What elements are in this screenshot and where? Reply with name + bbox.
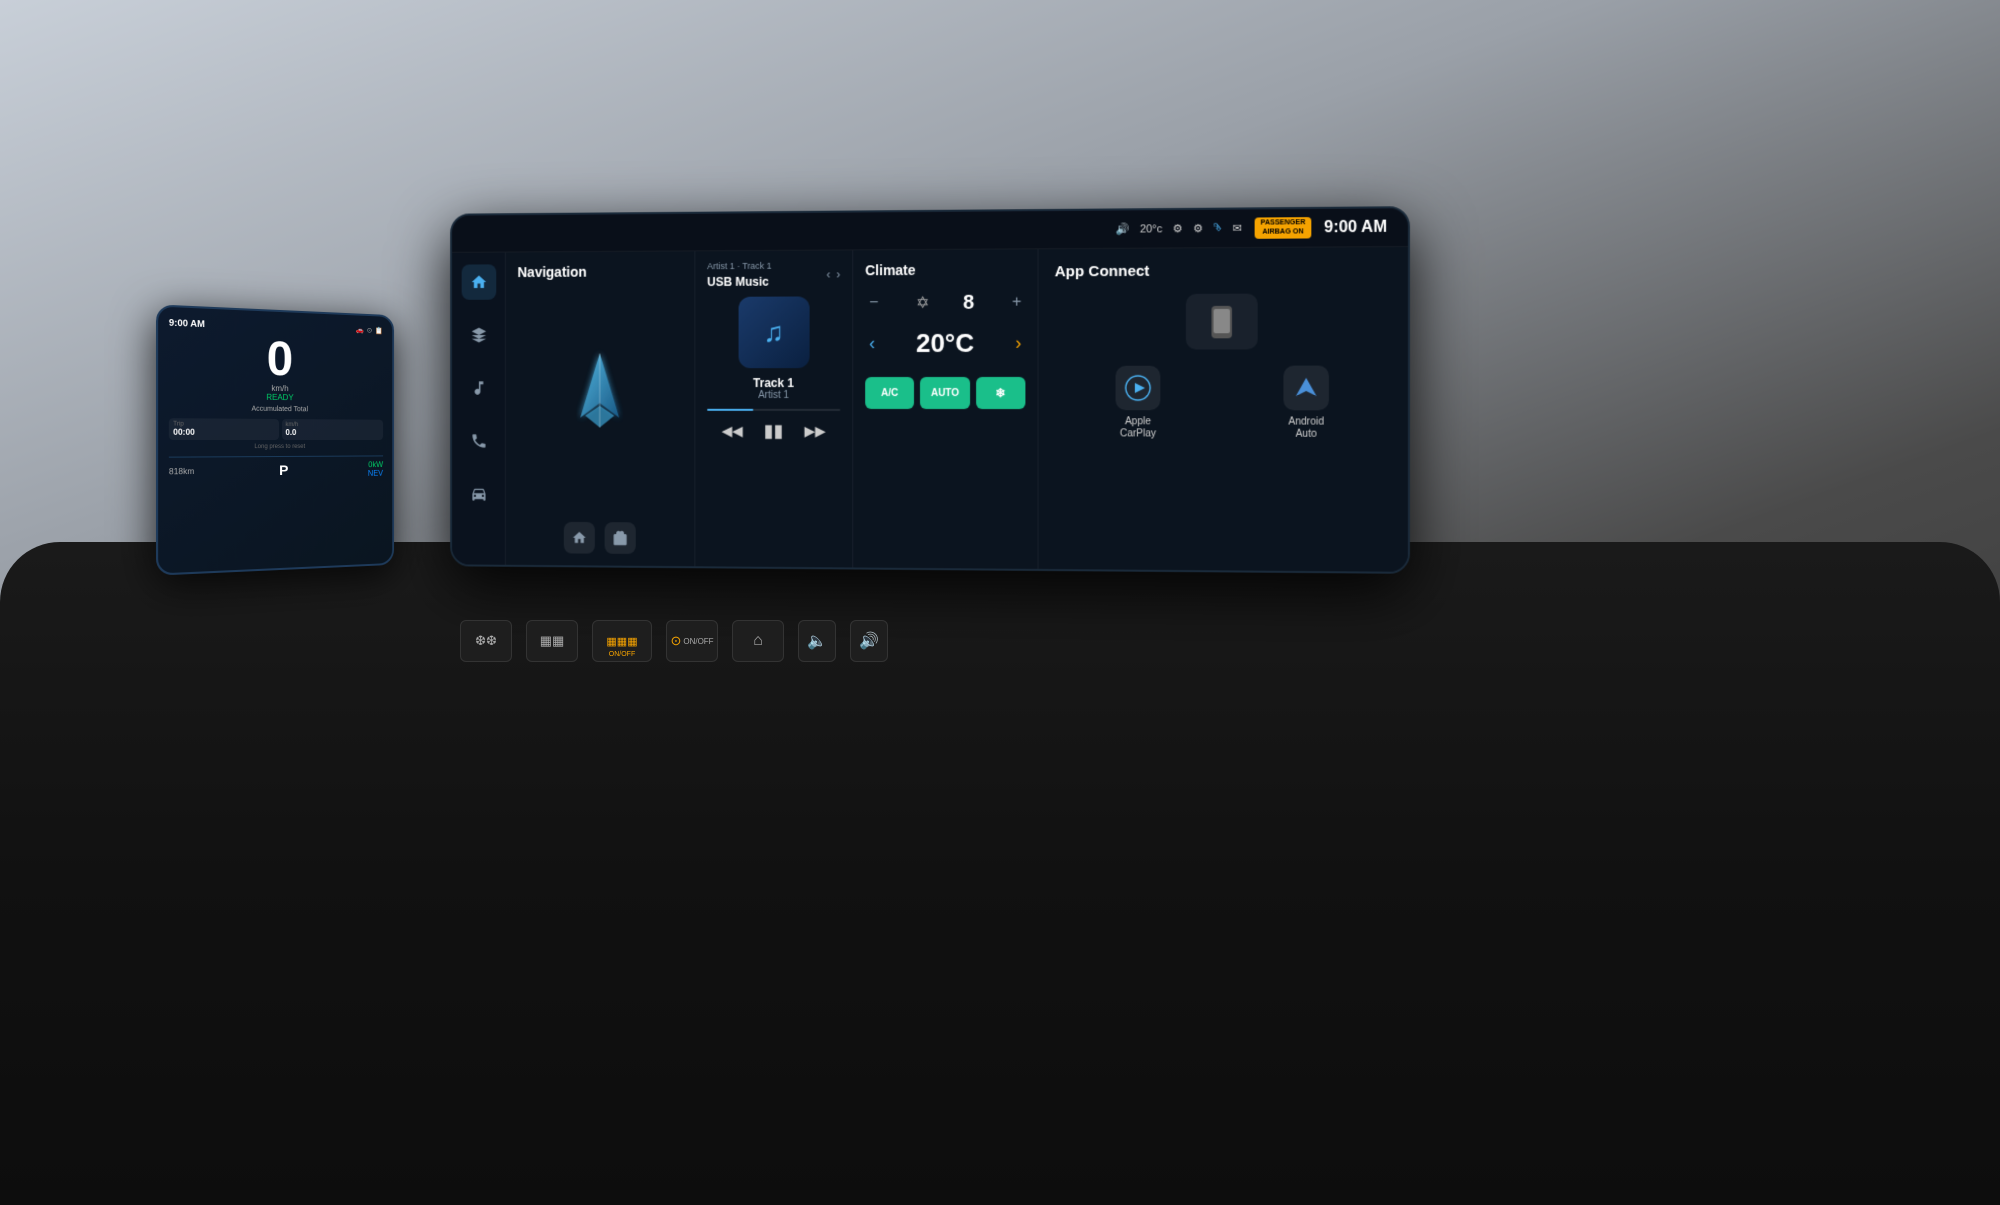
climate-temp-row: ‹ 20°C › xyxy=(865,328,1025,359)
cluster-status-icons: 🚗⊙📋 xyxy=(356,326,383,335)
phone-screen xyxy=(1214,308,1230,332)
phone-shape xyxy=(1211,305,1232,337)
music-play-button[interactable]: ▮▮ xyxy=(764,421,784,442)
volume-up-button[interactable]: 🔊 xyxy=(850,620,888,662)
climate-panel[interactable]: Climate − ✡ 8 + ‹ 20°C › A/C AUTO ❄ xyxy=(853,249,1038,569)
android-auto-icon xyxy=(1283,366,1328,411)
cluster-gear: P xyxy=(279,462,288,478)
music-source-label: USB Music xyxy=(707,275,771,289)
fan-icon: ✡ xyxy=(916,293,929,313)
defrost-icon: ❄ xyxy=(995,386,1005,400)
sidebar-home[interactable] xyxy=(461,264,496,299)
android-auto-item[interactable]: AndroidAuto xyxy=(1283,366,1328,441)
navigation-map-visual xyxy=(561,291,639,514)
music-artist-name: Artist 1 xyxy=(707,390,840,401)
sidebar xyxy=(452,253,506,565)
climate-mode-buttons: A/C AUTO ❄ xyxy=(865,377,1025,409)
app-connect-panel[interactable]: App Connect xyxy=(1039,247,1408,572)
sidebar-phone[interactable] xyxy=(461,423,496,458)
mail-icon: ✉ xyxy=(1233,222,1242,235)
fan-decrease-button[interactable]: − xyxy=(865,290,882,316)
music-progress-bar[interactable] xyxy=(707,409,840,411)
climate-temperature: 20°C xyxy=(916,328,974,359)
navigation-arrow-icon xyxy=(561,349,639,458)
music-nav-arrows: ‹ › xyxy=(826,267,840,281)
auto-button[interactable]: AUTO xyxy=(920,377,969,409)
defrost-button[interactable]: ❄ xyxy=(976,377,1026,409)
airbag-warning: PASSENGERAIRBAG ON xyxy=(1254,217,1311,239)
climate-title: Climate xyxy=(865,261,1025,278)
cluster-range: 818km xyxy=(169,466,194,476)
trip1-value: 00:00 xyxy=(173,428,274,437)
android-auto-label: AndroidAuto xyxy=(1288,416,1324,440)
volume-down-button[interactable]: 🔈 xyxy=(798,620,836,662)
sidebar-music[interactable] xyxy=(461,370,496,405)
apple-carplay-item[interactable]: AppleCarPlay xyxy=(1116,366,1161,441)
app-icons-row: AppleCarPlay AndroidAuto xyxy=(1055,366,1392,442)
instrument-cluster: 9:00 AM 🚗⊙📋 0 km/h READY Accumulated Tot… xyxy=(156,304,394,575)
cluster-speed: 0 xyxy=(267,336,293,385)
app-phone-visual xyxy=(1055,293,1392,350)
usb2-icon: ⚙ xyxy=(1193,222,1203,235)
music-album-art: ♫ xyxy=(738,296,809,368)
nav-home-icon[interactable] xyxy=(564,522,595,554)
cluster-power: 0kW xyxy=(368,460,383,469)
android-auto-svg xyxy=(1292,374,1321,402)
usb-icon: ⚙ xyxy=(1173,222,1183,235)
fan-control-button[interactable]: ❆❆ xyxy=(460,620,512,662)
music-prev-icon[interactable]: ‹ xyxy=(826,267,830,281)
apple-carplay-icon xyxy=(1116,366,1161,410)
music-controls: ◀◀ ▮▮ ▶▶ xyxy=(707,421,840,442)
music-source-line: Artist 1 · Track 1 xyxy=(707,261,771,271)
cluster-ev-label: NEV xyxy=(368,469,383,478)
status-time: 9:00 AM xyxy=(1324,218,1387,237)
app-connect-title: App Connect xyxy=(1055,261,1392,280)
accumulated-total-label: Accumulated Total xyxy=(169,405,383,414)
climate-fan-row: − ✡ 8 + xyxy=(865,290,1025,317)
infotainment-screen: 🔊 20°c ⚙ ⚙ ⮷ ✉ PASSENGERAIRBAG ON 9:00 A… xyxy=(450,206,1410,574)
ac-button[interactable]: A/C xyxy=(865,377,914,409)
music-track-info: Track 1 Artist 1 xyxy=(707,376,840,401)
navigation-title: Navigation xyxy=(517,264,586,280)
music-next-button[interactable]: ▶▶ xyxy=(804,423,825,440)
sidebar-navigation[interactable] xyxy=(461,317,496,352)
music-panel[interactable]: Artist 1 · Track 1 USB Music ‹ › ♫ Track… xyxy=(695,250,853,567)
music-progress-fill xyxy=(707,409,753,411)
status-icons: 🔊 20°c ⚙ ⚙ ⮷ ✉ xyxy=(1116,222,1242,236)
heated-button-2[interactable]: ⊙ ON/OFF xyxy=(666,620,718,662)
music-prev-button[interactable]: ◀◀ xyxy=(722,423,743,440)
dashboard xyxy=(0,542,2000,1205)
long-press-hint: Long press to reset xyxy=(169,444,383,451)
music-next-icon[interactable]: › xyxy=(836,267,840,281)
music-track-name: Track 1 xyxy=(707,376,840,390)
cluster-time: 9:00 AM xyxy=(169,317,205,329)
main-content: Navigation xyxy=(452,247,1408,572)
sidebar-car[interactable] xyxy=(461,476,496,511)
home-hw-button[interactable]: ⌂ xyxy=(732,620,784,662)
physical-controls-bar: ❆❆ ▦▦ ▦▦▦ ON/OFF ⊙ ON/OFF ⌂ 🔈 🔊 xyxy=(460,620,888,662)
defrost-rear-button[interactable]: ▦▦ xyxy=(526,620,578,662)
music-header: Artist 1 · Track 1 USB Music ‹ › xyxy=(707,260,840,288)
cluster-ready-status: READY xyxy=(266,393,293,402)
phone-icon-container xyxy=(1186,294,1258,350)
trip2-value: 0.0 xyxy=(285,428,379,437)
heated-seat-button[interactable]: ▦▦▦ ON/OFF xyxy=(592,620,652,662)
cluster-speed-unit: km/h xyxy=(271,384,288,393)
fan-increase-button[interactable]: + xyxy=(1008,290,1025,316)
temperature-display: 20°c xyxy=(1140,223,1163,235)
carplay-play-svg xyxy=(1124,374,1153,402)
music-note-icon: ♫ xyxy=(763,316,784,348)
temp-increase-button[interactable]: › xyxy=(1011,329,1025,358)
navigation-bottom-icons xyxy=(564,522,636,554)
nav-poi-icon[interactable] xyxy=(605,522,636,554)
bluetooth-icon: ⮷ xyxy=(1213,222,1222,235)
fan-level: 8 xyxy=(963,291,974,314)
apple-carplay-label: AppleCarPlay xyxy=(1120,416,1156,440)
navigation-panel[interactable]: Navigation xyxy=(506,251,695,566)
volume-icon: 🔊 xyxy=(1116,222,1130,235)
status-bar: 🔊 20°c ⚙ ⚙ ⮷ ✉ PASSENGERAIRBAG ON 9:00 A… xyxy=(452,208,1408,253)
temp-decrease-button[interactable]: ‹ xyxy=(865,329,879,358)
